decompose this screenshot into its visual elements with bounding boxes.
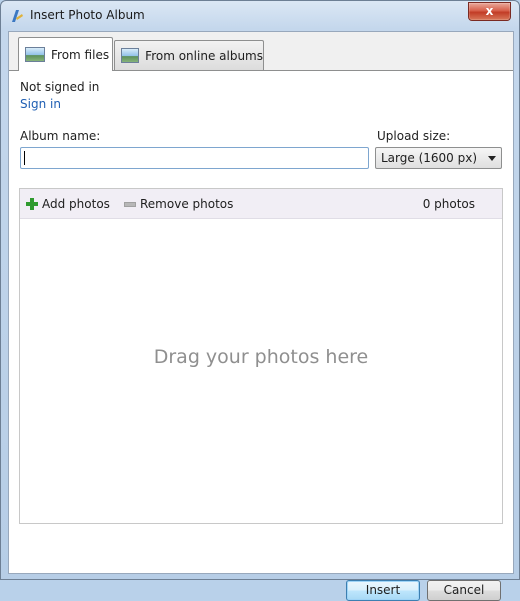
minus-icon [124,201,136,207]
add-photos-label: Add photos [42,197,110,211]
sign-in-status: Not signed in [20,80,100,94]
upload-size-label: Upload size: [377,129,451,143]
add-photos-button[interactable]: Add photos [26,189,110,219]
insert-button[interactable]: Insert [346,580,420,601]
from-files-panel: Not signed in Sign in Album name: Upload… [9,70,513,601]
app-icon [12,10,23,22]
title-bar[interactable]: Insert Photo Album x [1,1,519,31]
photo-toolbar: Add photos Remove photos 0 photos [20,189,502,219]
upload-size-select[interactable]: Large (1600 px) [375,147,502,169]
album-name-label: Album name: [20,129,101,143]
sign-in-link[interactable]: Sign in [20,97,61,111]
close-button[interactable]: x [468,2,511,21]
dropdown-arrow-icon [488,156,496,161]
tab-from-files[interactable]: From files [18,37,113,71]
drop-hint: Drag your photos here [153,346,369,368]
tab-label: From files [51,47,110,62]
text-cursor [24,151,25,165]
photo-drop-area[interactable]: Add photos Remove photos 0 photos Drag y… [19,188,503,524]
tab-bar: From files From online albums [9,32,513,71]
remove-photos-label: Remove photos [140,197,234,211]
cancel-button[interactable]: Cancel [427,580,501,601]
remove-photos-button[interactable]: Remove photos [124,189,233,219]
plus-icon [26,198,38,210]
album-name-input[interactable] [20,147,369,169]
photo-icon [121,48,140,63]
tab-label: From online albums [145,48,263,63]
tab-from-online-albums[interactable]: From online albums [114,40,264,70]
dialog-body: From files From online albums Not signed… [8,31,514,601]
window-title: Insert Photo Album [30,8,145,22]
upload-size-value: Large (1600 px) [381,151,478,165]
photo-icon [25,47,45,62]
photo-count: 0 photos [422,197,475,211]
insert-photo-album-dialog: Insert Photo Album x From files From onl… [0,0,520,601]
